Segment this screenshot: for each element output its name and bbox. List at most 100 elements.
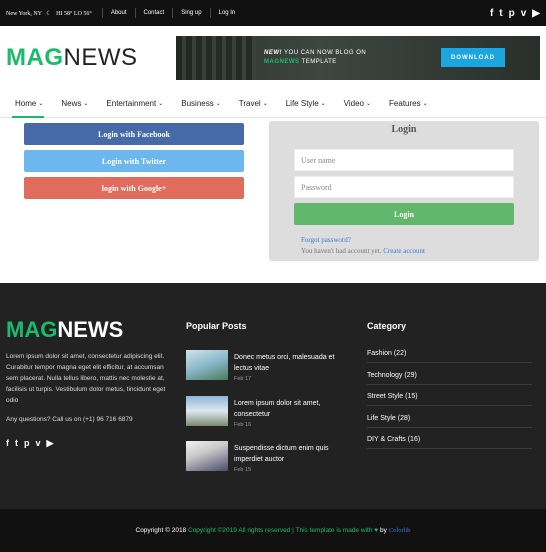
category-item[interactable]: DIY & Crafts (16) bbox=[367, 436, 532, 449]
chevron-down-icon: ⌄ bbox=[366, 101, 372, 107]
post-thumbnail[interactable] bbox=[186, 441, 228, 471]
post-title[interactable]: Suspendisse dictum enim quis imperdiet a… bbox=[234, 443, 352, 465]
create-account-link[interactable]: Create account bbox=[383, 247, 425, 255]
nav-label: News bbox=[61, 99, 82, 108]
location-text: New York, NY bbox=[6, 10, 42, 17]
nav-label: Video bbox=[343, 99, 364, 108]
nav-features[interactable]: Features ⌄ bbox=[380, 90, 437, 118]
vimeo-icon[interactable]: v bbox=[521, 8, 527, 19]
logo-news: NEWS bbox=[57, 317, 124, 342]
about-link[interactable]: About bbox=[101, 8, 135, 18]
no-account-label: You haven't had account yet. bbox=[301, 247, 382, 255]
nav-home[interactable]: Home ⌄ bbox=[6, 90, 52, 118]
post-thumbnail[interactable] bbox=[186, 396, 228, 426]
nav-news[interactable]: News ⌄ bbox=[52, 90, 97, 118]
logo-mag: MAG bbox=[6, 44, 64, 71]
banner-line2: TEMPLATE bbox=[299, 59, 337, 65]
post-title[interactable]: Lorem ipsum dolor sit amet, consectetur bbox=[234, 398, 352, 420]
category-item[interactable]: Street Style (15) bbox=[367, 393, 532, 406]
site-footer: MAGNEWS Lorem ipsum dolor sit amet, cons… bbox=[0, 283, 546, 509]
facebook-icon[interactable]: f bbox=[6, 438, 9, 449]
youtube-icon[interactable]: ▶ bbox=[47, 438, 54, 449]
chevron-down-icon: ⌄ bbox=[215, 101, 221, 107]
banner-new: NEW! bbox=[264, 50, 282, 56]
footer-logo[interactable]: MAGNEWS bbox=[6, 317, 123, 343]
copyright-by: by bbox=[378, 527, 387, 534]
category-item[interactable]: Life Style (28) bbox=[367, 415, 532, 428]
site-logo[interactable]: MAGNEWS bbox=[6, 44, 138, 72]
post-date: Feb 17 bbox=[234, 376, 252, 382]
nav-label: Home bbox=[15, 99, 37, 108]
facebook-icon[interactable]: f bbox=[490, 8, 493, 19]
nav-label: Entertainment bbox=[106, 99, 157, 108]
contact-link[interactable]: Contact bbox=[134, 8, 173, 18]
nav-label: Features bbox=[389, 99, 421, 108]
header-banner[interactable]: NEW! YOU CAN NOW BLOG ON MAGNEWS TEMPLAT… bbox=[176, 36, 540, 80]
footer-contact-text: Any questions? Call us on (+1) 96 716 68… bbox=[6, 416, 133, 423]
login-facebook-button[interactable]: Login with Facebook bbox=[24, 123, 244, 145]
post-date: Feb 16 bbox=[234, 422, 252, 428]
copyright-text: Copyright ©2019 All rights reserved | Th… bbox=[188, 527, 373, 534]
pinterest-icon[interactable]: p bbox=[24, 438, 30, 449]
main-content: Login with Facebook Login with Twitter l… bbox=[0, 118, 546, 278]
chevron-down-icon: ⌄ bbox=[262, 101, 268, 107]
post-thumbnail[interactable] bbox=[186, 350, 228, 380]
logo-news: NEWS bbox=[63, 44, 138, 71]
top-bar: New York, NY ☾ HI 58° LO 56° About Conta… bbox=[0, 0, 546, 26]
weather-icon: ☾ bbox=[46, 10, 52, 17]
twitter-icon[interactable]: t bbox=[15, 438, 18, 449]
login-google-button[interactable]: login with Google+ bbox=[24, 177, 244, 199]
chevron-down-icon: ⌄ bbox=[83, 101, 89, 107]
post-date: Feb 15 bbox=[234, 467, 252, 473]
login-link[interactable]: Log In bbox=[209, 8, 244, 18]
chevron-down-icon: ⌄ bbox=[38, 101, 44, 107]
password-input[interactable]: Password bbox=[294, 176, 514, 198]
colorlib-link[interactable]: Colorlib bbox=[389, 527, 411, 534]
category-title: Category bbox=[367, 321, 407, 331]
chevron-down-icon: ⌄ bbox=[158, 101, 164, 107]
nav-business[interactable]: Business ⌄ bbox=[172, 90, 230, 118]
category-item[interactable]: Fashion (22) bbox=[367, 350, 532, 363]
nav-video[interactable]: Video ⌄ bbox=[335, 90, 380, 118]
logo-mag: MAG bbox=[6, 317, 58, 342]
main-nav: Home ⌄ News ⌄ Entertainment ⌄ Business ⌄ Tra… bbox=[0, 90, 546, 118]
signup-link[interactable]: Sing up bbox=[172, 8, 209, 18]
nav-entertainment[interactable]: Entertainment ⌄ bbox=[97, 90, 172, 118]
popular-post[interactable]: Lorem ipsum dolor sit amet, consectetur … bbox=[186, 396, 356, 430]
nav-label: Life Style bbox=[285, 99, 319, 108]
login-title: Login bbox=[391, 124, 417, 135]
login-twitter-button[interactable]: Login with Twitter bbox=[24, 150, 244, 172]
copyright-bar: Copyright © 2018 Copyright ©2019 All rig… bbox=[0, 509, 546, 552]
nav-label: Travel bbox=[238, 99, 261, 108]
top-links: About Contact Sing up Log In bbox=[101, 8, 244, 18]
youtube-icon[interactable]: ▶ bbox=[532, 8, 540, 19]
chevron-down-icon: ⌄ bbox=[320, 101, 326, 107]
banner-text: NEW! YOU CAN NOW BLOG ON MAGNEWS TEMPLAT… bbox=[264, 49, 366, 67]
banner-forest-image bbox=[176, 36, 256, 80]
category-item[interactable]: Technology (29) bbox=[367, 372, 532, 385]
vimeo-icon[interactable]: v bbox=[36, 438, 41, 449]
pinterest-icon[interactable]: p bbox=[509, 8, 515, 19]
site-header: MAGNEWS NEW! YOU CAN NOW BLOG ON MAGNEWS… bbox=[0, 26, 546, 90]
chevron-down-icon: ⌄ bbox=[422, 101, 428, 107]
forgot-password-link[interactable]: Forgot password? bbox=[301, 236, 351, 244]
footer-about-text: Lorem ipsum dolor sit amet, consectetur … bbox=[6, 353, 166, 404]
username-input[interactable]: User name bbox=[294, 149, 514, 171]
top-social-icons: f t p v ▶ bbox=[490, 8, 540, 19]
nav-travel[interactable]: Travel ⌄ bbox=[230, 90, 277, 118]
download-button[interactable]: DOWNLOAD bbox=[441, 48, 505, 67]
twitter-icon[interactable]: t bbox=[499, 8, 502, 19]
no-account-text: You haven't had account yet. Create acco… bbox=[301, 247, 425, 255]
weather-info: New York, NY ☾ HI 58° LO 56° bbox=[6, 10, 92, 17]
footer-social-icons: f t p v ▶ bbox=[6, 438, 53, 449]
post-title[interactable]: Donec metus orci, malesuada et lectus vi… bbox=[234, 352, 352, 374]
banner-line1: YOU CAN NOW BLOG ON bbox=[282, 50, 367, 56]
popular-posts-title: Popular Posts bbox=[186, 321, 247, 331]
nav-label: Business bbox=[181, 99, 214, 108]
login-submit-button[interactable]: Login bbox=[294, 203, 514, 225]
copyright-lead: Copyright © 2018 bbox=[135, 527, 187, 534]
popular-post[interactable]: Donec metus orci, malesuada et lectus vi… bbox=[186, 350, 356, 384]
popular-post[interactable]: Suspendisse dictum enim quis imperdiet a… bbox=[186, 441, 356, 475]
nav-life-style[interactable]: Life Style ⌄ bbox=[277, 90, 335, 118]
temperature-text: HI 58° LO 56° bbox=[56, 10, 92, 17]
